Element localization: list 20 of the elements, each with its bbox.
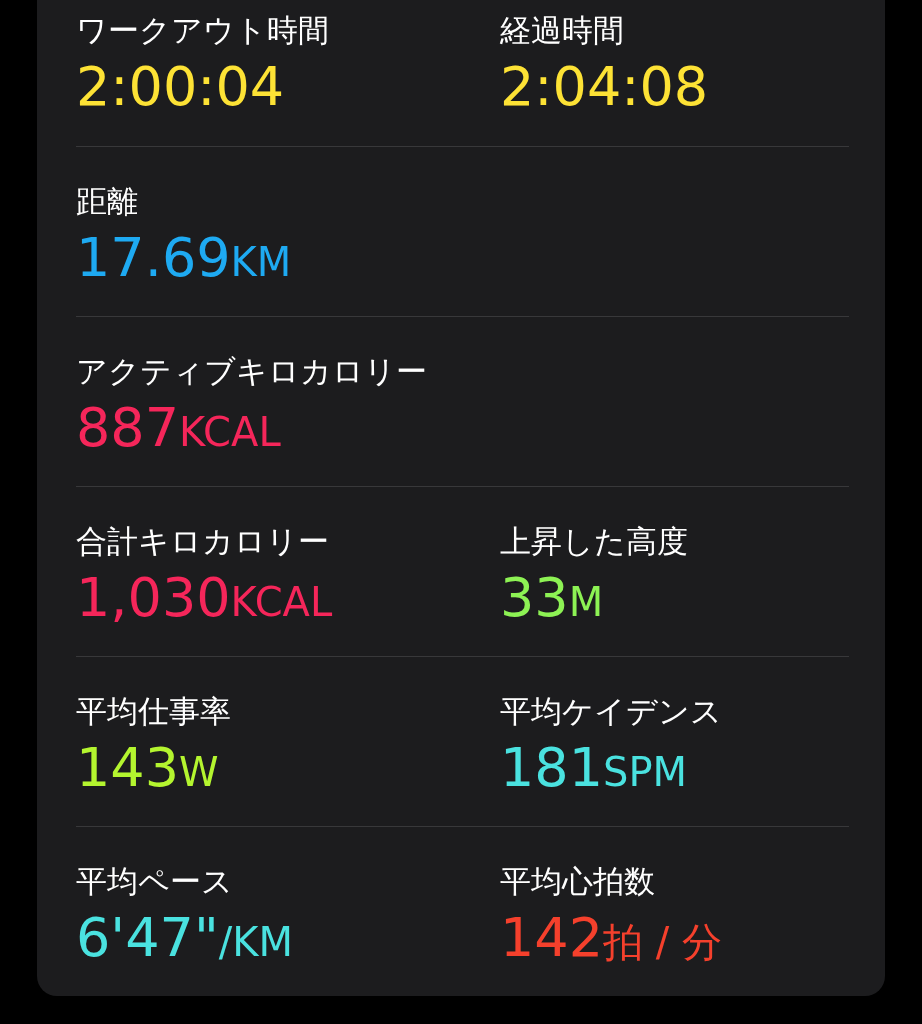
metric-label: 平均ペース — [76, 862, 233, 901]
metric-label: ワークアウト時間 — [76, 11, 329, 50]
metric-label: 経過時間 — [500, 11, 624, 50]
metric-value: 6'47"/KM — [76, 905, 293, 971]
metric-value: 33M — [500, 565, 604, 631]
metric-value: 2:04:08 — [500, 54, 709, 120]
metric-value: 142拍 / 分 — [500, 905, 722, 971]
metric-value: 887KCAL — [76, 395, 281, 461]
metric-value: 2:00:04 — [76, 54, 285, 120]
metric-label: 平均仕事率 — [76, 692, 231, 731]
metric-value: 181SPM — [500, 735, 688, 801]
metric-label: 平均心拍数 — [500, 862, 655, 901]
metric-label: 上昇した高度 — [500, 522, 688, 561]
metric-value: 143W — [76, 735, 219, 801]
metric-value: 17.69KM — [76, 225, 292, 291]
metric-label: 平均ケイデンス — [500, 692, 722, 731]
metric-label: アクティブキロカロリー — [76, 352, 427, 391]
metric-label: 距離 — [76, 182, 138, 221]
metric-value: 1,030KCAL — [76, 565, 333, 631]
metric-label: 合計キロカロリー — [76, 522, 329, 561]
